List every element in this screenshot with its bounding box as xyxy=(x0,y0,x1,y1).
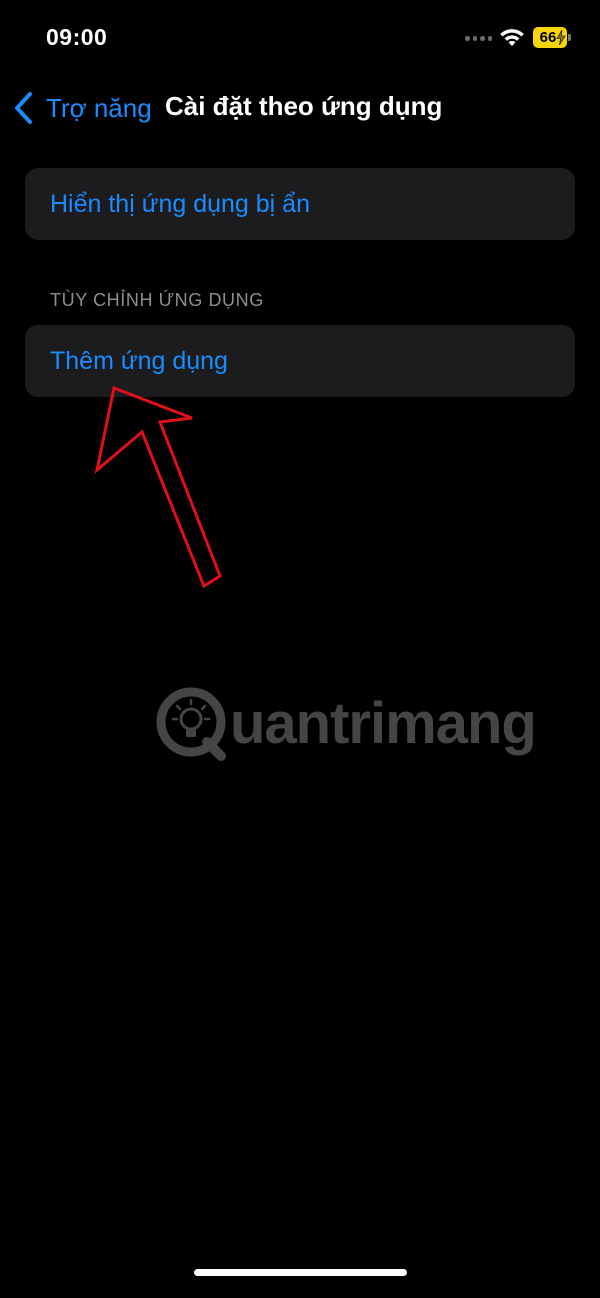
watermark-text: uantrimang xyxy=(230,691,537,756)
screen: 09:00 66 Trợ năng Cài đặt theo ứng dụng xyxy=(0,0,600,1298)
cellular-signal-icon xyxy=(465,36,492,41)
chevron-left-icon xyxy=(15,92,32,124)
show-hidden-apps-label: Hiển thị ứng dụng bị ẩn xyxy=(50,190,310,218)
wifi-icon xyxy=(500,29,524,46)
quantrimang-logo-icon xyxy=(156,687,226,761)
page-title: Cài đặt theo ứng dụng xyxy=(165,91,443,121)
section-header-customize-apps: TÙY CHỈNH ỨNG DỤNG xyxy=(50,290,264,310)
battery-icon: 66 xyxy=(533,27,571,48)
show-hidden-apps-cell[interactable]: Hiển thị ứng dụng bị ẩn xyxy=(25,168,575,240)
status-bar: 09:00 66 xyxy=(0,0,600,80)
home-indicator[interactable] xyxy=(194,1269,407,1276)
status-time: 09:00 xyxy=(46,24,108,50)
charging-bolt-icon xyxy=(556,30,566,45)
back-label: Trợ năng xyxy=(46,92,152,123)
watermark: uantrimang xyxy=(150,680,537,780)
back-button[interactable]: Trợ năng xyxy=(12,88,152,128)
annotation-arrow-icon xyxy=(94,385,222,589)
navigation-bar: Trợ năng Cài đặt theo ứng dụng xyxy=(0,80,600,136)
